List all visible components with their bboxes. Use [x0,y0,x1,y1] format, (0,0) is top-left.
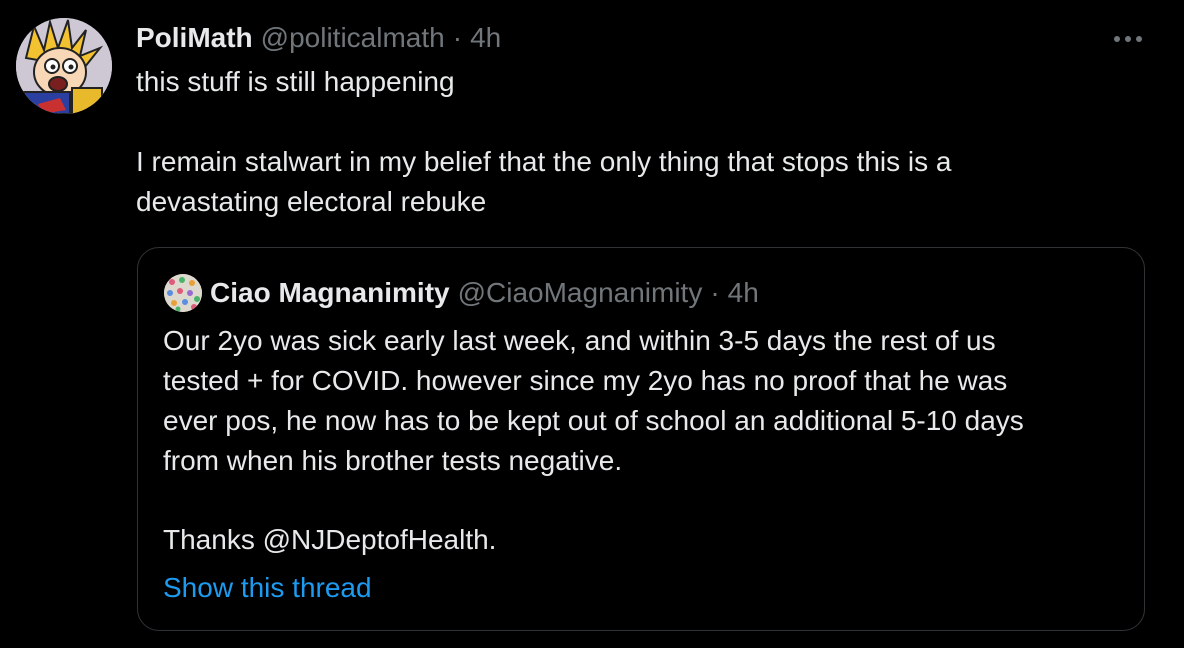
quoted-avatar-image [164,274,202,312]
quoted-tweet[interactable]: Ciao Magnanimity @CiaoMagnanimity · 4h O… [137,247,1145,631]
user-handle[interactable]: @politicalmath [261,22,445,54]
timestamp[interactable]: 4h [470,22,501,54]
avatar[interactable] [16,18,112,114]
more-horizontal-icon [1114,36,1142,42]
quoted-text-line: ever pos, he now has to be kept out of s… [163,405,1024,436]
quoted-text-line: Our 2yo was sick early last week, and wi… [163,325,996,356]
avatar-image [16,18,112,114]
quoted-avatar[interactable] [164,274,202,312]
quoted-timestamp[interactable]: 4h [728,277,759,309]
tweet-text-line: I remain stalwart in my belief that the … [136,146,952,177]
tweet[interactable]: PoliMath @politicalmath · 4h this stuff … [0,0,1184,648]
quoted-separator: · [710,277,720,308]
separator: · [452,22,463,53]
quoted-text-line: tested + for COVID. however since my 2yo… [163,365,1008,396]
quoted-text-line: Thanks @NJDeptofHealth. [163,524,497,555]
tweet-text-line: this stuff is still happening [136,66,455,97]
quoted-user-handle[interactable]: @CiaoMagnanimity [458,277,703,309]
quoted-display-name[interactable]: Ciao Magnanimity [210,277,450,309]
quoted-tweet-header: Ciao Magnanimity @CiaoMagnanimity · 4h [210,274,759,312]
tweet-text-line: devastating electoral rebuke [136,186,487,217]
quoted-text-line: from when his brother tests negative. [163,445,623,476]
display-name[interactable]: PoliMath [136,22,253,54]
more-button[interactable] [1108,26,1148,52]
show-thread-link[interactable]: Show this thread [163,568,372,608]
tweet-header: PoliMath @politicalmath · 4h [136,20,501,56]
